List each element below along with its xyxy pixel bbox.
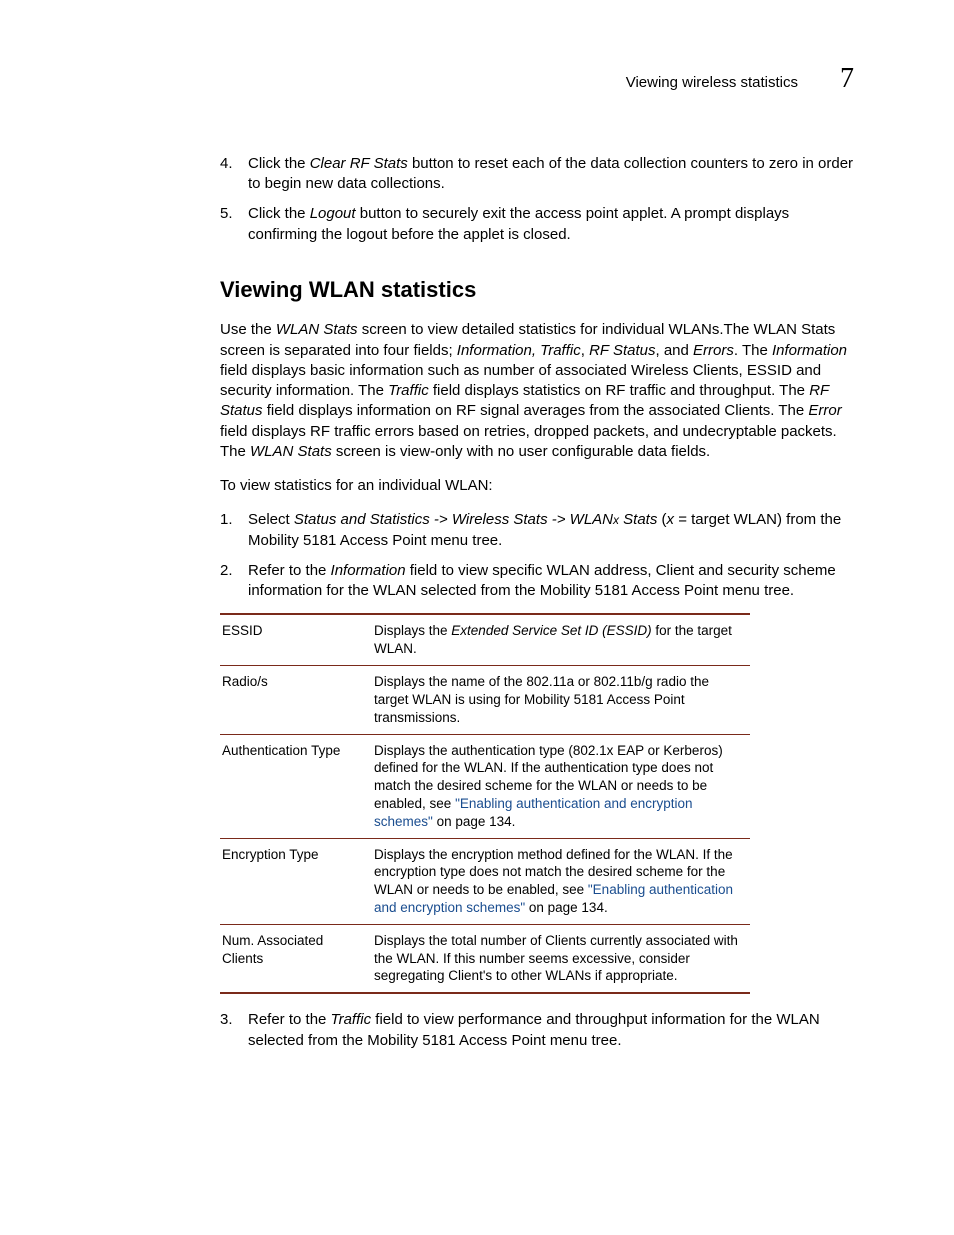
- table-row: Radio/s Displays the name of the 802.11a…: [220, 666, 750, 734]
- table-row: Encryption Type Displays the encryption …: [220, 838, 750, 924]
- step-number: 2.: [220, 561, 248, 602]
- information-table: ESSID Displays the Extended Service Set …: [220, 613, 750, 994]
- step-number: 1.: [220, 510, 248, 551]
- lead-in: To view statistics for an individual WLA…: [220, 476, 854, 496]
- step-item: 4. Click the Clear RF Stats button to re…: [220, 154, 854, 195]
- step-text: Click the Logout button to securely exit…: [248, 204, 854, 245]
- step-list-prev: 4. Click the Clear RF Stats button to re…: [220, 154, 854, 245]
- step-text: Click the Clear RF Stats button to reset…: [248, 154, 854, 195]
- step-number: 3.: [220, 1010, 248, 1051]
- table-term: Num. Associated Clients: [220, 924, 372, 993]
- step-text: Refer to the Traffic field to view perfo…: [248, 1010, 854, 1051]
- step-list-main: 1. Select Status and Statistics -> Wirel…: [220, 510, 854, 601]
- chapter-number: 7: [840, 60, 854, 98]
- step-text: Select Status and Statistics -> Wireless…: [248, 510, 854, 551]
- step-list-cont: 3. Refer to the Traffic field to view pe…: [220, 1010, 854, 1051]
- table-desc: Displays the encryption method defined f…: [372, 838, 750, 924]
- table-desc: Displays the authentication type (802.1x…: [372, 734, 750, 838]
- step-item: 5. Click the Logout button to securely e…: [220, 204, 854, 245]
- table-term: Encryption Type: [220, 838, 372, 924]
- table-desc: Displays the total number of Clients cur…: [372, 924, 750, 993]
- intro-paragraph: Use the WLAN Stats screen to view detail…: [220, 320, 854, 462]
- table-row: Num. Associated Clients Displays the tot…: [220, 924, 750, 993]
- table-desc: Displays the Extended Service Set ID (ES…: [372, 614, 750, 665]
- table-term: ESSID: [220, 614, 372, 665]
- step-number: 4.: [220, 154, 248, 195]
- running-title: Viewing wireless statistics: [626, 73, 798, 93]
- page-content: 4. Click the Clear RF Stats button to re…: [100, 154, 854, 1051]
- step-item: 3. Refer to the Traffic field to view pe…: [220, 1010, 854, 1051]
- section-heading: Viewing WLAN statistics: [220, 275, 854, 305]
- step-number: 5.: [220, 204, 248, 245]
- table-row: Authentication Type Displays the authent…: [220, 734, 750, 838]
- page: Viewing wireless statistics 7 4. Click t…: [0, 0, 954, 1235]
- table-term: Radio/s: [220, 666, 372, 734]
- table-term: Authentication Type: [220, 734, 372, 838]
- table-row: ESSID Displays the Extended Service Set …: [220, 614, 750, 665]
- step-text: Refer to the Information field to view s…: [248, 561, 854, 602]
- step-item: 1. Select Status and Statistics -> Wirel…: [220, 510, 854, 551]
- table-desc: Displays the name of the 802.11a or 802.…: [372, 666, 750, 734]
- step-item: 2. Refer to the Information field to vie…: [220, 561, 854, 602]
- running-header: Viewing wireless statistics 7: [100, 60, 854, 98]
